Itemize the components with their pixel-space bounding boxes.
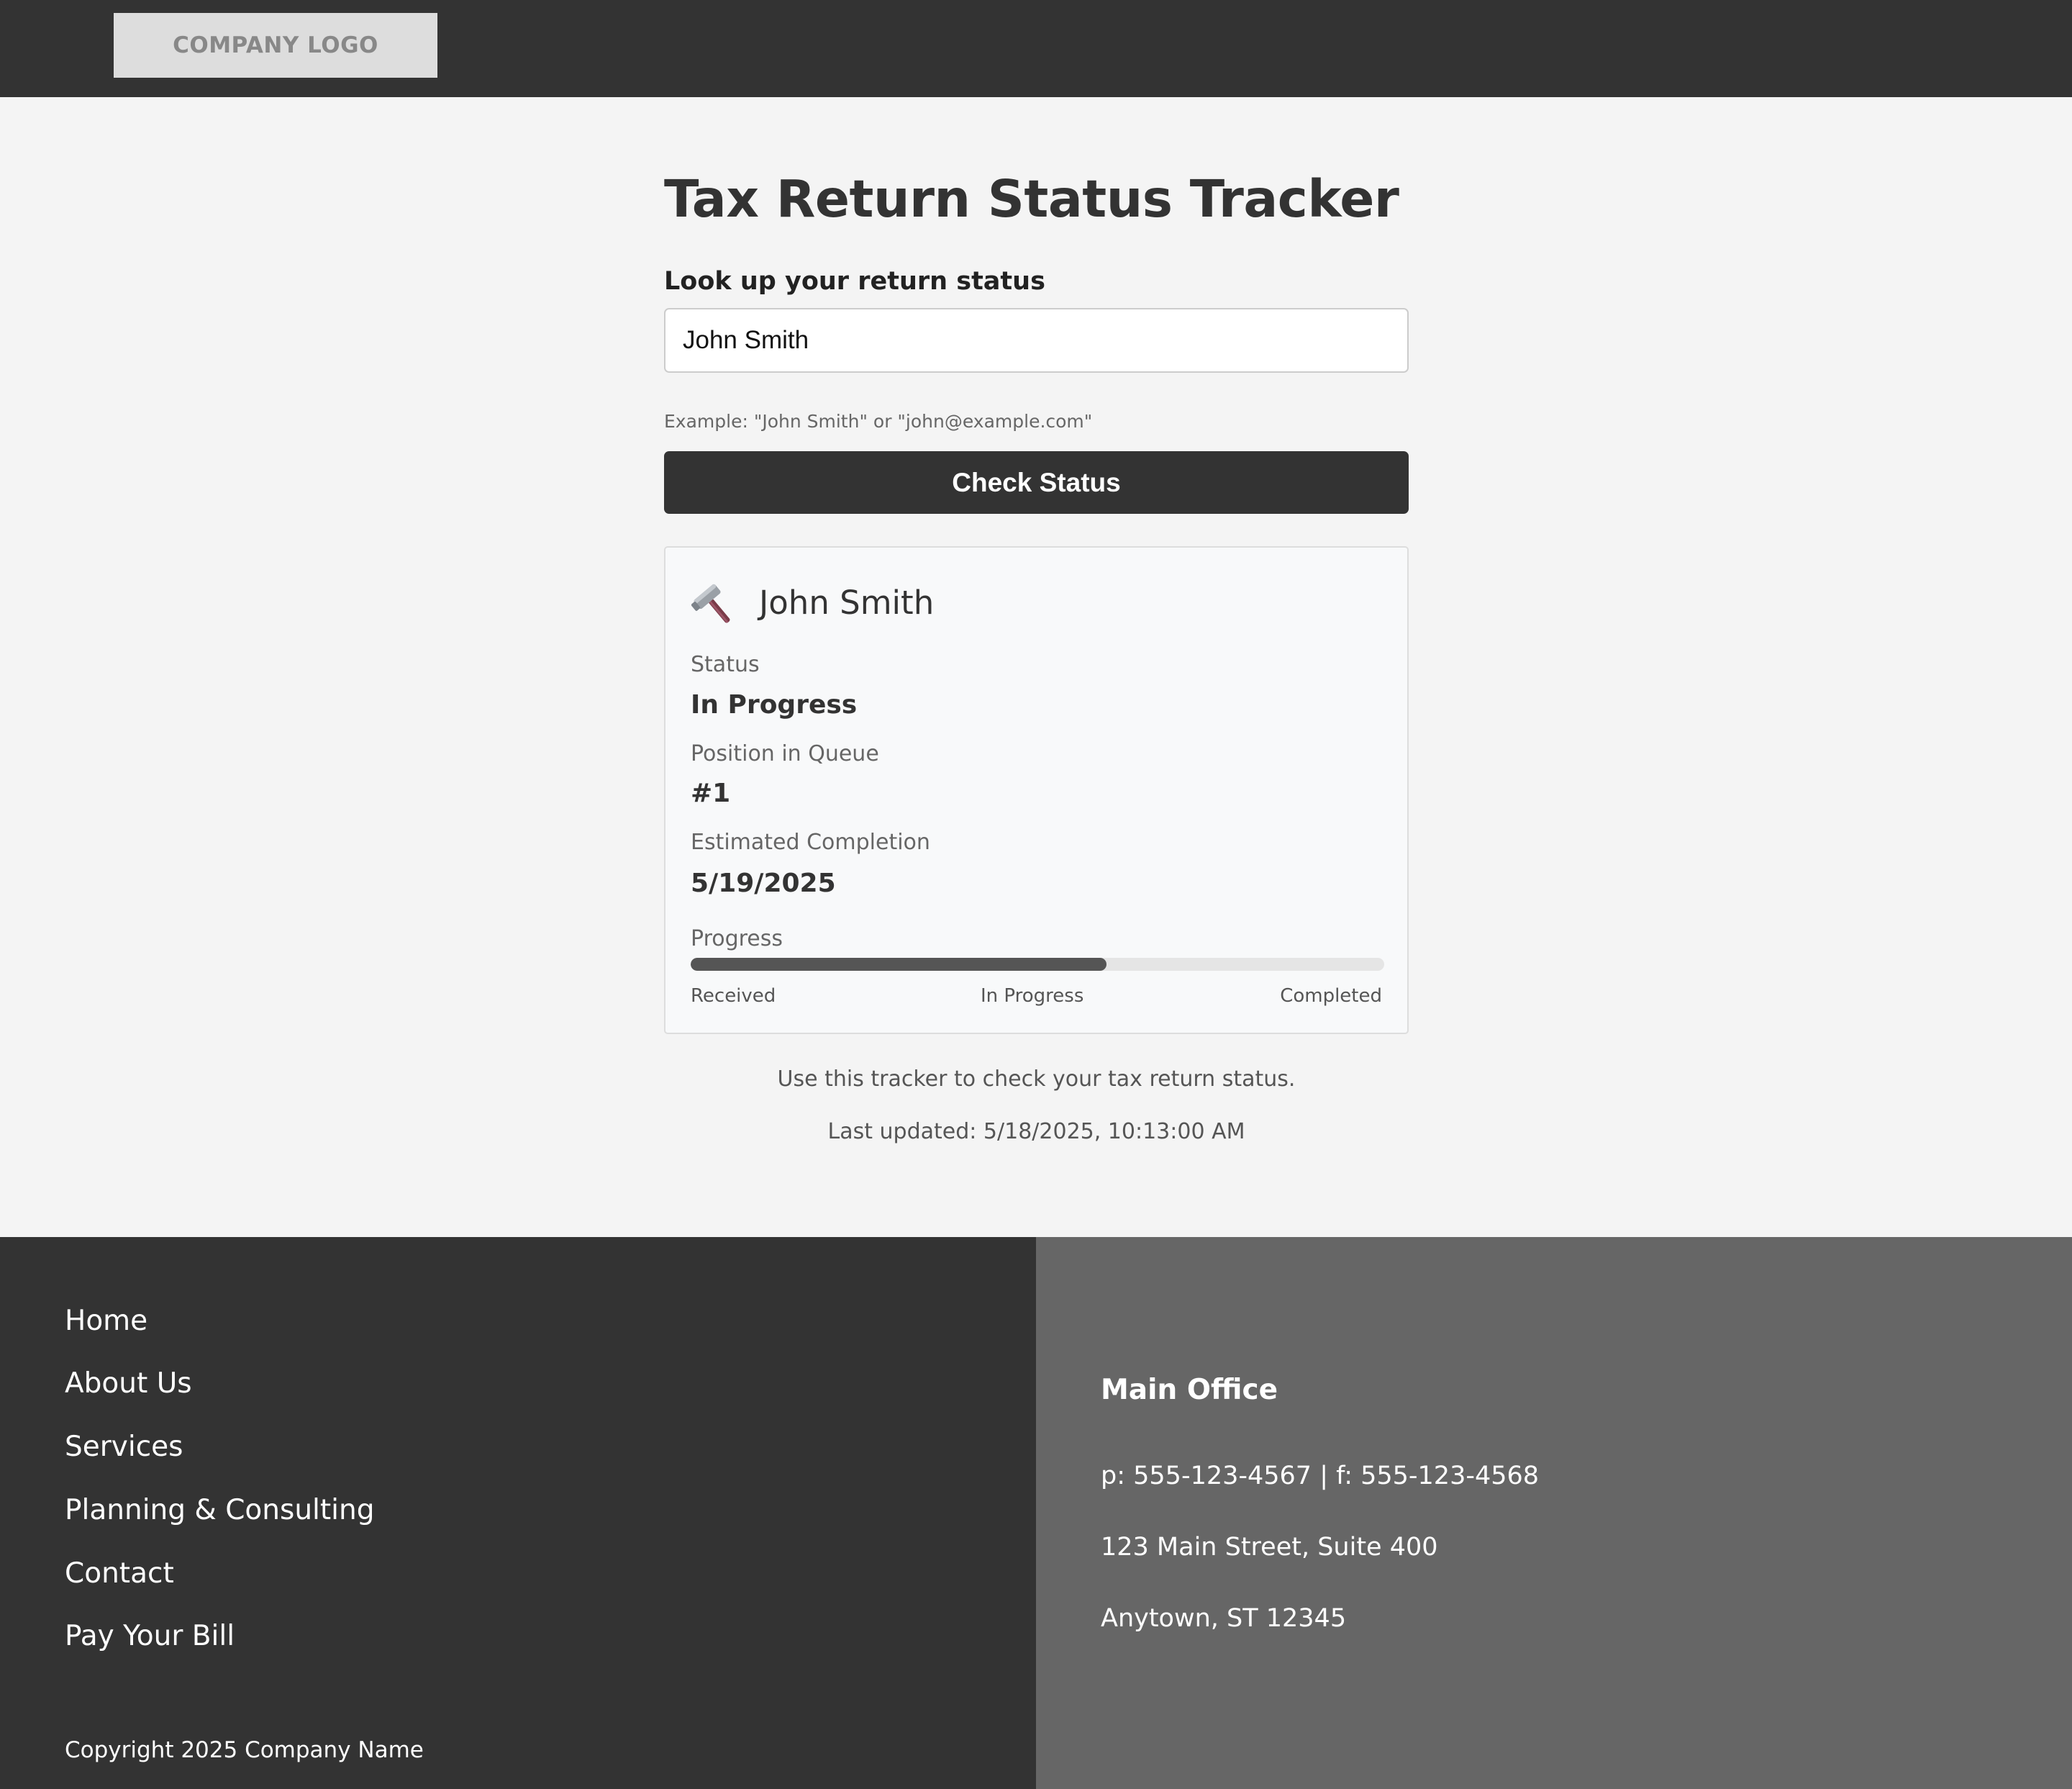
- office-address-line2: Anytown, ST 12345: [1101, 1604, 1347, 1633]
- result-card: John Smith Status In Progress Position i…: [664, 546, 1409, 1034]
- main-content: Tax Return Status Tracker Look up your r…: [0, 97, 2072, 1237]
- search-input[interactable]: [664, 308, 1409, 373]
- top-header: COMPANY LOGO: [0, 0, 2072, 97]
- completion-label: Estimated Completion: [691, 830, 930, 855]
- footer-link-home[interactable]: Home: [65, 1305, 147, 1337]
- hammer-icon: [691, 582, 739, 630]
- copyright: Copyright 2025 Company Name: [65, 1737, 424, 1763]
- footer-link-services[interactable]: Services: [65, 1431, 183, 1463]
- status-label: Status: [691, 652, 760, 677]
- check-status-button[interactable]: Check Status: [664, 451, 1409, 514]
- search-hint: Example: "John Smith" or "john@example.c…: [664, 411, 1093, 432]
- office-address-line1: 123 Main Street, Suite 400: [1101, 1533, 1438, 1562]
- footer-link-pay-your-bill[interactable]: Pay Your Bill: [65, 1620, 235, 1652]
- progress-bar: [691, 958, 1384, 971]
- lookup-label: Look up your return status: [664, 267, 1045, 296]
- progress-fill: [691, 958, 1107, 971]
- footer-link-contact[interactable]: Contact: [65, 1557, 174, 1590]
- queue-value: #1: [691, 779, 731, 808]
- status-value: In Progress: [691, 690, 858, 720]
- office-phone: p: 555-123-4567 | f: 555-123-4568: [1101, 1462, 1540, 1490]
- footer-office-panel: Main Office p: 555-123-4567 | f: 555-123…: [1036, 1237, 2072, 1789]
- info-text: Use this tracker to check your tax retur…: [777, 1066, 1296, 1092]
- queue-label: Position in Queue: [691, 741, 879, 766]
- completion-value: 5/19/2025: [691, 869, 836, 898]
- stage-in-progress: In Progress: [981, 985, 1084, 1007]
- footer-nav-panel: Home About Us Services Planning & Consul…: [0, 1237, 1036, 1789]
- company-logo[interactable]: COMPANY LOGO: [114, 13, 437, 78]
- office-title: Main Office: [1101, 1374, 1278, 1406]
- footer-link-planning-consulting[interactable]: Planning & Consulting: [65, 1494, 375, 1526]
- stage-completed: Completed: [1280, 985, 1382, 1007]
- footer-link-about-us[interactable]: About Us: [65, 1367, 192, 1400]
- stage-received: Received: [691, 985, 776, 1007]
- result-name: John Smith: [759, 584, 935, 622]
- progress-label: Progress: [691, 926, 783, 951]
- last-updated: Last updated: 5/18/2025, 10:13:00 AM: [827, 1119, 1245, 1144]
- page-title: Tax Return Status Tracker: [664, 169, 1399, 229]
